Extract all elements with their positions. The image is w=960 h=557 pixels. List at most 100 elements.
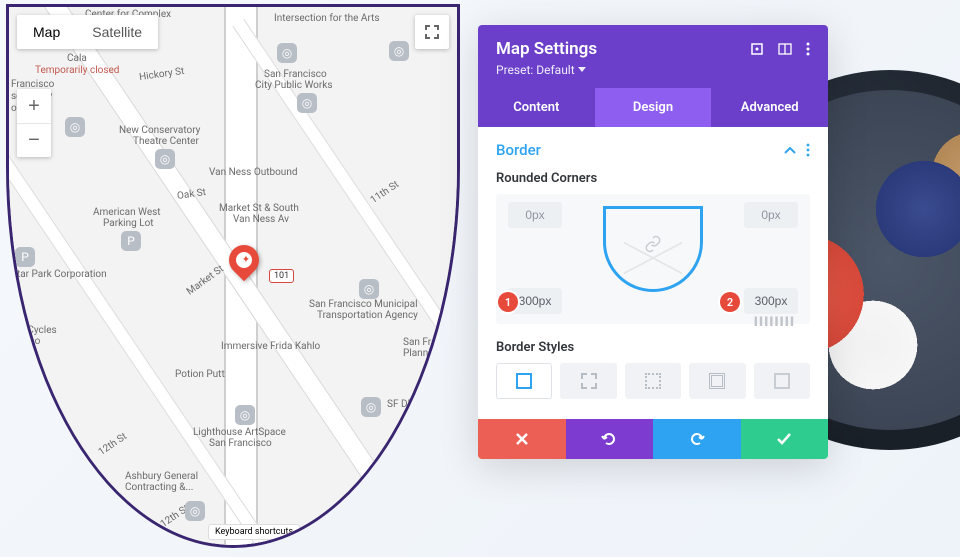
- map-poi-label: San Francis: [403, 337, 455, 348]
- section-title-border[interactable]: Border: [496, 141, 541, 159]
- map-road: [232, 19, 460, 548]
- border-section: Border Rounded Corners 1 2 ▍▍▍▍▍▍▍▍ Bord…: [478, 127, 828, 399]
- border-style-solid[interactable]: [496, 363, 552, 399]
- keyboard-shortcuts-link[interactable]: Keyboard shortcuts: [209, 525, 299, 539]
- value-slider-icon[interactable]: ▍▍▍▍▍▍▍▍: [755, 317, 796, 326]
- map-poi-icon: ◎: [185, 501, 205, 521]
- border-style-icon: [645, 373, 661, 389]
- panel-title: Map Settings: [496, 39, 597, 59]
- zoom-in-button[interactable]: +: [17, 89, 51, 123]
- tab-content[interactable]: Content: [478, 88, 595, 127]
- callout-badge-1: 1: [498, 292, 518, 312]
- corner-bottom-right-input[interactable]: [744, 288, 798, 314]
- kebab-menu-icon[interactable]: [806, 143, 810, 157]
- map-poi-icon: ◎: [65, 117, 85, 137]
- map-poi-label: Immersive Frida Kahlo: [221, 341, 320, 352]
- undo-button[interactable]: [566, 419, 654, 459]
- border-style-icon: [774, 373, 790, 389]
- chevron-up-icon[interactable]: [784, 146, 796, 154]
- map-street-label: 11th St: [369, 179, 401, 206]
- tab-design[interactable]: Design: [595, 88, 712, 127]
- map-poi-icon: P: [121, 231, 141, 251]
- map-poi-label: Intersection for the Arts: [274, 13, 380, 24]
- map-type-satellite[interactable]: Satellite: [76, 15, 158, 49]
- border-style-icon: [516, 373, 532, 389]
- border-styles-label: Border Styles: [496, 340, 810, 355]
- map-poi-label: Ashbury General: [125, 471, 198, 482]
- map-poi-label: San Francisco: [209, 438, 272, 449]
- map-poi-label: Transportation Agency: [317, 310, 418, 321]
- map-street-label: Market St: [185, 263, 226, 297]
- close-icon: [515, 432, 529, 446]
- map-poi-label: San Francisco: [264, 69, 327, 80]
- expand-icon[interactable]: [750, 42, 764, 56]
- tab-advanced[interactable]: Advanced: [711, 88, 828, 127]
- kebab-menu-icon[interactable]: [806, 42, 810, 56]
- highway-badge: 101: [269, 269, 294, 283]
- map-poi-label: Temporarily closed: [35, 65, 119, 76]
- fullscreen-button[interactable]: [415, 15, 449, 49]
- map-poi-label: Planning De: [403, 348, 456, 359]
- link-icon[interactable]: [644, 235, 662, 253]
- border-style-icon: [581, 373, 597, 389]
- map-poi-label: SF DBI: [387, 399, 416, 410]
- map-type-switch: Map Satellite: [17, 15, 158, 49]
- map-poi-label: ncisco: [11, 336, 40, 347]
- redo-button[interactable]: [653, 419, 741, 459]
- map-poi-label: San Francisco Municipal: [309, 299, 418, 310]
- map-poi-label: Star Park Corporation: [11, 269, 107, 280]
- border-style-dotted[interactable]: [625, 363, 681, 399]
- rounded-corners-label: Rounded Corners: [496, 171, 810, 186]
- save-button[interactable]: [741, 419, 829, 459]
- map-poi-icon: ◎: [389, 41, 409, 61]
- map-poi-icon: ◎: [359, 279, 379, 299]
- map-poi-icon: ◎: [235, 405, 255, 425]
- map-poi-label: Van Ness Av: [233, 214, 289, 225]
- zoom-out-button[interactable]: −: [17, 123, 51, 157]
- map-container[interactable]: Center for Complex Intersection for the …: [6, 4, 460, 548]
- settings-panel: Map Settings Preset: Default Content Des…: [478, 25, 828, 459]
- border-style-dashed[interactable]: [560, 363, 616, 399]
- border-style-double[interactable]: [689, 363, 745, 399]
- map-poi-label: Potion Putt: [175, 369, 225, 380]
- callout-badge-2: 2: [720, 292, 740, 312]
- border-styles-options: [496, 363, 810, 399]
- panel-tabs: Content Design Advanced: [478, 88, 828, 127]
- map-poi-label: Contracting &...: [125, 482, 193, 493]
- zoom-controls: + −: [17, 89, 51, 157]
- panel-header[interactable]: Map Settings Preset: Default: [478, 25, 828, 88]
- map-poi-label: Lighthouse ArtSpace: [193, 427, 286, 438]
- map-poi-label: Market St & South: [219, 203, 299, 214]
- cancel-button[interactable]: [478, 419, 566, 459]
- map-poi-icon: P: [15, 247, 35, 267]
- fullscreen-icon: [424, 24, 440, 40]
- rounded-corners-control: 1 2 ▍▍▍▍▍▍▍▍: [496, 194, 810, 324]
- map-street-label: Hickory St: [138, 66, 185, 83]
- preset-dropdown[interactable]: Preset: Default: [496, 63, 586, 77]
- map-poi-label: American West: [93, 207, 161, 218]
- border-style-groove[interactable]: [754, 363, 810, 399]
- corner-top-right-input[interactable]: [744, 202, 798, 228]
- marker-icon: ✦: [242, 255, 250, 266]
- map-poi-label: Parking Lot: [103, 218, 154, 229]
- corner-top-left-input[interactable]: [508, 202, 562, 228]
- map-poi-label: Van Ness Outbound: [209, 167, 297, 178]
- map-poi-icon: ◎: [155, 149, 175, 169]
- map-poi-label: New Conservatory: [119, 125, 200, 136]
- map-poi-icon: ◎: [277, 43, 297, 63]
- map-poi-label: Theatre Center: [133, 136, 199, 147]
- columns-icon[interactable]: [778, 42, 792, 56]
- chevron-down-icon: [578, 67, 586, 73]
- panel-action-bar: [478, 419, 828, 459]
- undo-icon: [601, 431, 617, 447]
- redo-icon: [689, 431, 705, 447]
- border-style-icon: [709, 373, 725, 389]
- map-poi-label: Cala: [67, 53, 87, 64]
- map-canvas[interactable]: Center for Complex Intersection for the …: [9, 7, 457, 545]
- check-icon: [776, 432, 792, 446]
- preset-label: Preset: Default: [496, 63, 575, 77]
- map-type-map[interactable]: Map: [17, 15, 76, 49]
- corner-preview-shape: [603, 206, 703, 292]
- map-poi-icon: ◎: [297, 93, 317, 113]
- map-poi-label: City Public Works: [255, 80, 332, 91]
